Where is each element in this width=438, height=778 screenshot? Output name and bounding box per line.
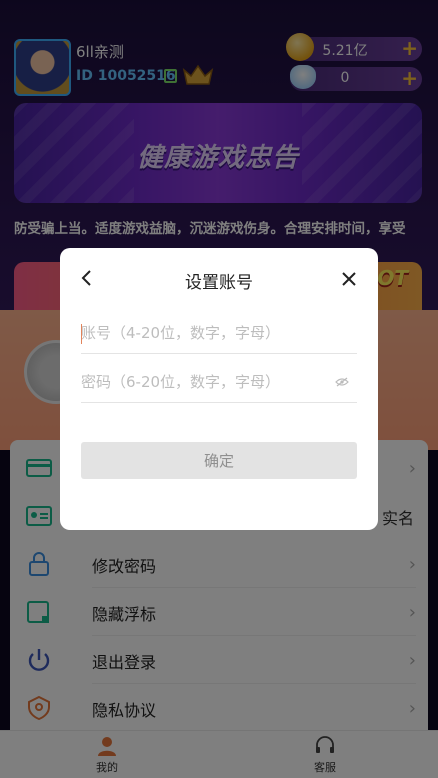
hide-password-icon[interactable] (335, 377, 349, 387)
confirm-button[interactable]: 确定 (81, 442, 357, 479)
text-caret (81, 324, 82, 344)
account-input[interactable] (81, 324, 331, 342)
dialog-title: 设置账号 (185, 273, 253, 293)
password-input[interactable] (81, 373, 331, 391)
close-icon[interactable] (340, 270, 358, 288)
password-field (81, 361, 357, 403)
set-account-dialog: 设置账号 确定 (60, 248, 378, 530)
account-field (81, 312, 357, 354)
